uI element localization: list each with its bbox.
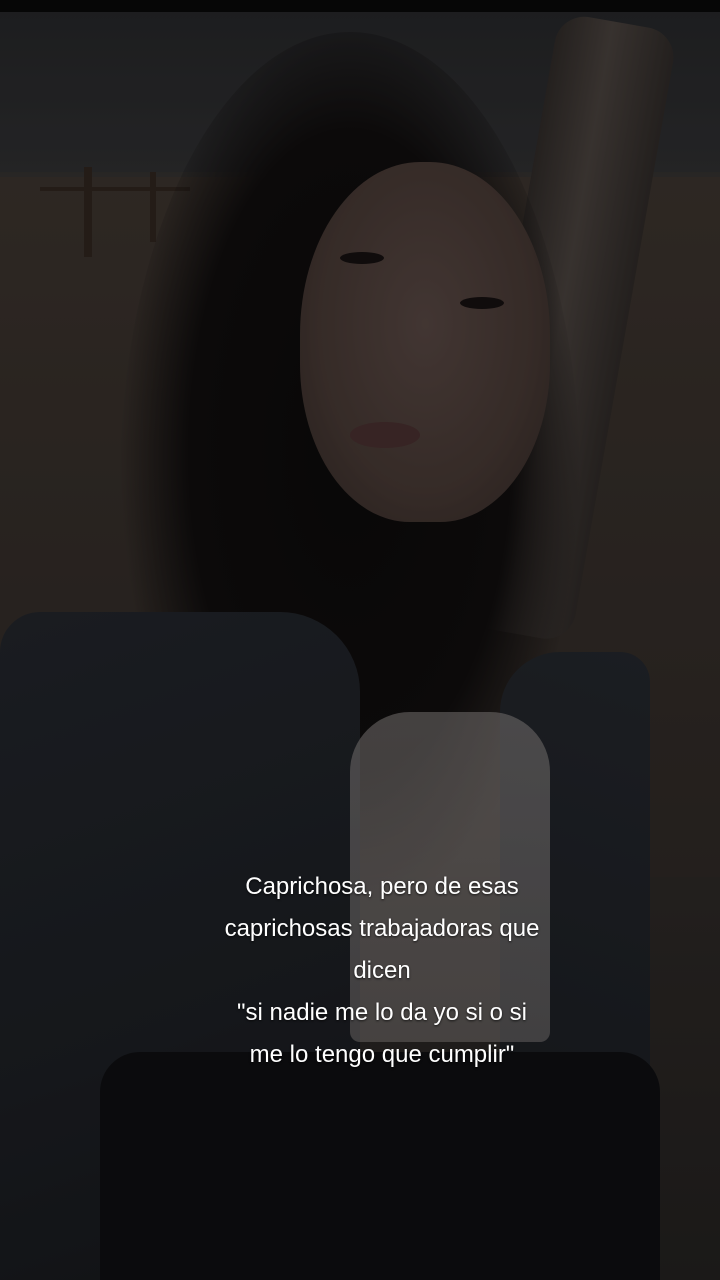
caption-line: dicen xyxy=(353,957,411,984)
caption-line: "si nadie me lo da yo si o si xyxy=(237,999,527,1026)
story-screen[interactable]: Caprichosa, pero de esas caprichosas tra… xyxy=(0,0,720,1280)
caption-line: Caprichosa, pero de esas xyxy=(245,873,519,900)
post-caption: Caprichosa, pero de esas caprichosas tra… xyxy=(160,866,604,1076)
caption-line: me lo tengo que cumplir" xyxy=(249,1041,515,1068)
photo-dim-overlay xyxy=(0,0,720,1280)
status-bar xyxy=(0,0,720,12)
caption-line: caprichosas trabajadoras que xyxy=(224,915,540,942)
